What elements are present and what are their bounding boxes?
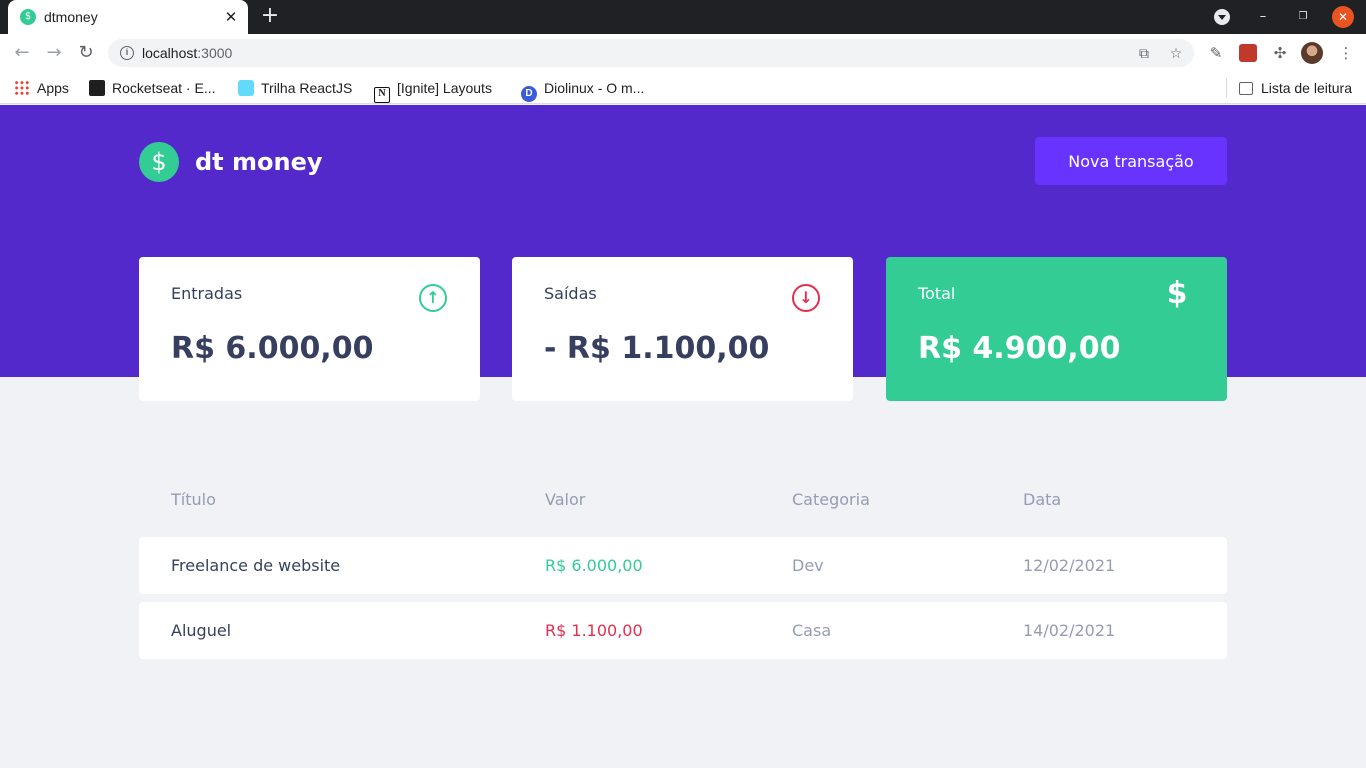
app-root: $ dt money Nova transação Entradas ↑ R$ …: [0, 105, 1366, 768]
menu-kebab-icon[interactable]: ⋮: [1336, 42, 1356, 64]
cell-amount: R$ 1.100,00: [513, 602, 760, 659]
income-value: R$ 6.000,00: [171, 331, 374, 366]
reading-list-icon: [1238, 82, 1253, 95]
browser-tab-strip: $ dtmoney ✕ + – ❐ ✕: [0, 0, 1366, 34]
cell-category: Casa: [760, 602, 991, 659]
bookmark-apps[interactable]: Apps: [14, 78, 69, 98]
url-text: localhost:3000: [142, 45, 233, 61]
total-label: Total: [918, 284, 956, 303]
close-window-icon[interactable]: ✕: [1332, 6, 1354, 28]
bookmark-rocketseat[interactable]: Rocketseat · E...: [89, 78, 215, 98]
rocketseat-icon: [89, 80, 105, 96]
bookmark-diolinux[interactable]: D Diolinux - O m...: [521, 78, 644, 102]
logo-text: dt money: [195, 148, 323, 176]
reading-list-button[interactable]: Lista de leitura: [1225, 78, 1352, 98]
outcome-value: - R$ 1.100,00: [544, 331, 770, 366]
cell-category: Dev: [760, 537, 991, 594]
column-header-category: Categoria: [792, 490, 870, 509]
address-bar[interactable]: i localhost:3000 ⧉ ☆: [108, 39, 1194, 67]
column-header-date: Data: [1023, 490, 1062, 509]
cell-title: Aluguel: [139, 602, 513, 659]
profile-avatar[interactable]: [1301, 42, 1323, 64]
tab-search-icon[interactable]: [1214, 9, 1230, 25]
eyedropper-extension-icon[interactable]: ✎: [1206, 42, 1226, 64]
browser-tab-active[interactable]: $ dtmoney ✕: [8, 0, 248, 34]
extensions-puzzle-icon[interactable]: ✣: [1270, 42, 1290, 64]
summary-card-outcome: Saídas ↓ - R$ 1.100,00: [512, 257, 853, 401]
reload-icon[interactable]: ↻: [74, 41, 98, 65]
red-extension-icon[interactable]: [1239, 44, 1257, 62]
total-value: R$ 4.900,00: [918, 331, 1121, 366]
income-label: Entradas: [171, 284, 243, 303]
react-icon: [238, 80, 254, 96]
new-transaction-button[interactable]: Nova transação: [1035, 137, 1227, 185]
column-header-amount: Valor: [545, 490, 586, 509]
bookmark-trilha-reactjs[interactable]: Trilha ReactJS: [238, 78, 352, 98]
bookmark-star-icon[interactable]: ☆: [1167, 45, 1185, 63]
summary-card-income: Entradas ↑ R$ 6.000,00: [139, 257, 480, 401]
minimize-icon[interactable]: –: [1252, 6, 1274, 28]
close-tab-icon[interactable]: ✕: [222, 8, 240, 26]
bookmarks-bar: Apps Rocketseat · E... Trilha ReactJS N[…: [0, 72, 1366, 104]
dollar-logo-icon: $: [139, 142, 179, 182]
outcome-label: Saídas: [544, 284, 597, 303]
cell-amount: R$ 6.000,00: [513, 537, 760, 594]
arrow-down-circle-icon: ↓: [792, 284, 820, 312]
new-tab-icon[interactable]: +: [258, 4, 282, 28]
column-header-title: Título: [171, 490, 216, 509]
table-row: Aluguel R$ 1.100,00 Casa 14/02/2021: [139, 602, 1227, 659]
info-icon[interactable]: i: [120, 46, 134, 60]
summary-card-total: Total $ R$ 4.900,00: [886, 257, 1227, 401]
notion-icon: N: [374, 87, 390, 103]
arrow-up-circle-icon: ↑: [419, 284, 447, 312]
apps-grid-icon: [14, 80, 30, 96]
restore-icon[interactable]: ❐: [1292, 6, 1314, 28]
browser-toolbar: ← → ↻ i localhost:3000 ⧉ ☆ ✎ ✣ ⋮: [0, 34, 1366, 72]
translate-icon[interactable]: ⧉: [1135, 45, 1153, 63]
dollar-favicon-icon: $: [20, 9, 36, 25]
dollar-icon: $: [1166, 276, 1188, 311]
table-row: Freelance de website R$ 6.000,00 Dev 12/…: [139, 537, 1227, 594]
bookmark-ignite-layouts[interactable]: N [Ignite] Layouts: [374, 78, 492, 103]
cell-date: 14/02/2021: [991, 602, 1227, 659]
cell-title: Freelance de website: [139, 537, 513, 594]
app-logo: $ dt money: [139, 142, 323, 182]
back-arrow-icon[interactable]: ←: [10, 41, 34, 65]
forward-arrow-icon[interactable]: →: [42, 41, 66, 65]
diolinux-icon: D: [521, 86, 537, 102]
cell-date: 12/02/2021: [991, 537, 1227, 594]
tab-title: dtmoney: [44, 9, 98, 25]
